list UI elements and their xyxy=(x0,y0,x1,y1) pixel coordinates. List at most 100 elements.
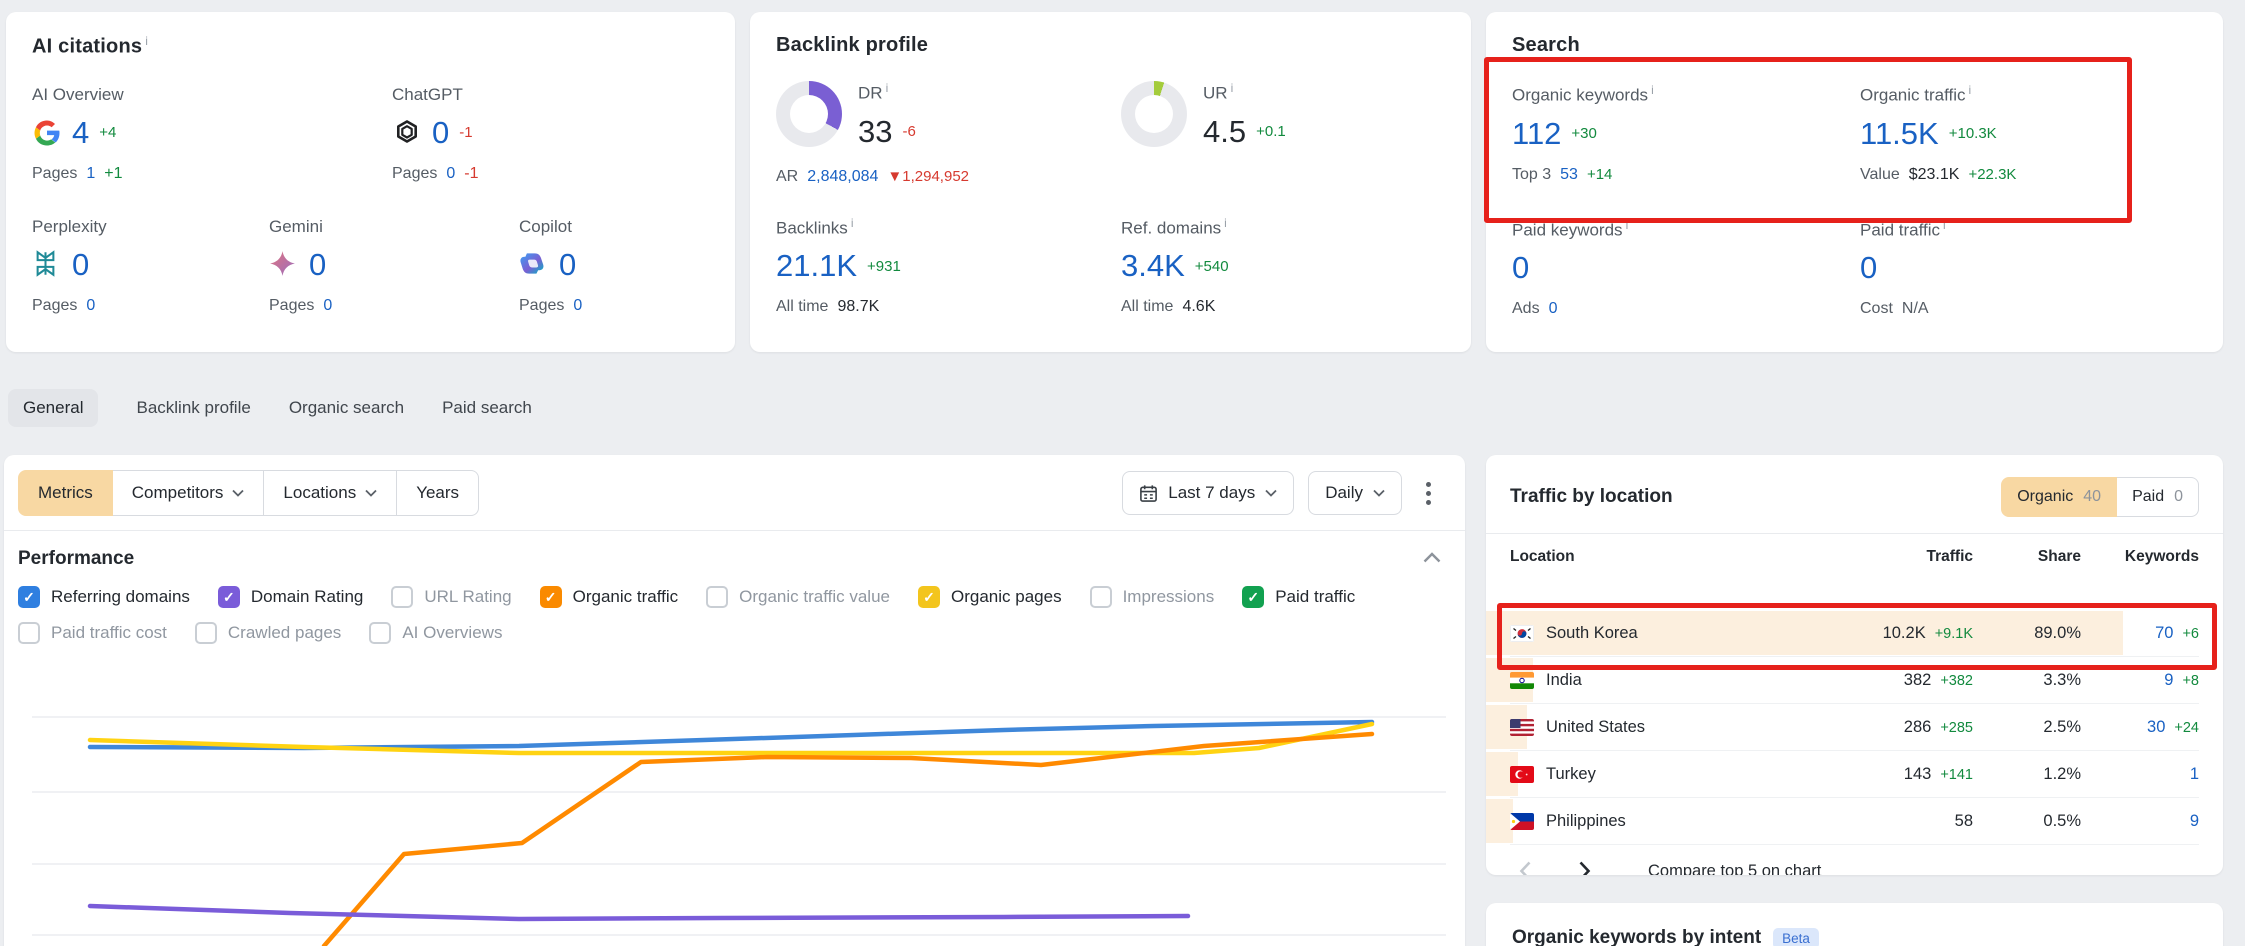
keywords-value[interactable]: 70 xyxy=(2155,624,2173,643)
ref-domains-value[interactable]: 3.4K xyxy=(1121,248,1185,284)
location-row-philippines[interactable]: Philippines580.5%9 xyxy=(1510,798,2199,845)
metric-label: Backlinksi xyxy=(776,216,1121,239)
paid-toggle-button[interactable]: Paid0 xyxy=(2117,477,2199,517)
metric-checkbox-ai-overviews[interactable]: AI Overviews xyxy=(369,622,502,644)
location-table-footer: Compare top 5 on chart xyxy=(1486,845,2223,875)
location-name: Turkey xyxy=(1546,765,1596,784)
performance-panel: Metrics Competitors Locations Years Last… xyxy=(4,455,1465,946)
ar-delta: ▼1,294,952 xyxy=(887,168,969,185)
top3-value[interactable]: 53 xyxy=(1560,166,1578,184)
metric-checkbox-organic-traffic[interactable]: ✓Organic traffic xyxy=(540,586,679,608)
tr-flag-icon xyxy=(1510,766,1534,783)
chatgpt-value: 0 xyxy=(432,115,449,151)
metric-checkbox-paid-traffic[interactable]: ✓Paid traffic xyxy=(1242,586,1355,608)
ur-value: 4.5 xyxy=(1203,114,1246,150)
tab-organic-search[interactable]: Organic search xyxy=(289,398,404,418)
metric-checkbox-crawled-pages[interactable]: Crawled pages xyxy=(195,622,341,644)
line-chart xyxy=(4,676,1464,946)
checked-checkbox-icon[interactable]: ✓ xyxy=(918,586,940,608)
unchecked-checkbox-icon[interactable] xyxy=(195,622,217,644)
info-icon: i xyxy=(886,81,889,95)
unchecked-checkbox-icon[interactable] xyxy=(18,622,40,644)
granularity-button[interactable]: Daily xyxy=(1308,471,1402,515)
keywords-value[interactable]: 9 xyxy=(2190,812,2199,831)
ar-value[interactable]: 2,848,084 xyxy=(807,168,878,186)
performance-chart[interactable] xyxy=(4,676,1465,946)
share-value: 3.3% xyxy=(1973,671,2081,690)
keywords-value[interactable]: 9 xyxy=(2164,671,2173,690)
date-range-button[interactable]: Last 7 days xyxy=(1122,471,1294,515)
pages-value[interactable]: 1 xyxy=(86,165,95,183)
col-traffic: Traffic xyxy=(1773,548,1973,566)
chevron-down-icon xyxy=(1265,489,1277,497)
metric-checkbox-url-rating[interactable]: URL Rating xyxy=(391,586,511,608)
metric-checkbox-organic-pages[interactable]: ✓Organic pages xyxy=(918,586,1062,608)
chevron-down-icon xyxy=(365,489,377,497)
collapse-chevron-up-icon[interactable] xyxy=(1423,550,1441,568)
perplexity-icon xyxy=(32,250,62,280)
metric-checkbox-domain-rating[interactable]: ✓Domain Rating xyxy=(218,586,363,608)
organic-toggle-button[interactable]: Organic40 xyxy=(2001,477,2117,517)
more-options-kebab-icon[interactable] xyxy=(1416,474,1441,513)
pages-delta: -1 xyxy=(464,165,478,183)
chart-toolbar: Metrics Competitors Locations Years Last… xyxy=(4,455,1465,530)
ur-donut-chart xyxy=(1121,81,1187,147)
metric-checkbox-referring-domains[interactable]: ✓Referring domains xyxy=(18,586,190,608)
ads-value[interactable]: 0 xyxy=(1549,300,1558,318)
metric-checkbox-organic-traffic-value[interactable]: Organic traffic value xyxy=(706,586,890,608)
checked-checkbox-icon[interactable]: ✓ xyxy=(540,586,562,608)
organic-traffic-delta: +10.3K xyxy=(1949,125,1997,142)
info-icon: i xyxy=(145,34,148,48)
checked-checkbox-icon[interactable]: ✓ xyxy=(1242,586,1264,608)
organic-keywords-value[interactable]: 112 xyxy=(1512,116,1561,152)
traffic-value: 382 xyxy=(1904,671,1932,690)
ref-domains-delta: +540 xyxy=(1195,258,1229,275)
pages-value[interactable]: 0 xyxy=(86,297,95,315)
checked-checkbox-icon[interactable]: ✓ xyxy=(218,586,240,608)
tab-backlink-profile[interactable]: Backlink profile xyxy=(136,398,250,418)
traffic-value-amount: $23.1K xyxy=(1909,166,1960,184)
unchecked-checkbox-icon[interactable] xyxy=(391,586,413,608)
metric-checkbox-impressions[interactable]: Impressions xyxy=(1090,586,1215,608)
location-row-india[interactable]: India382+3823.3%9+8 xyxy=(1510,657,2199,704)
us-flag-icon xyxy=(1510,719,1534,736)
unchecked-checkbox-icon[interactable] xyxy=(706,586,728,608)
checked-checkbox-icon[interactable]: ✓ xyxy=(18,586,40,608)
compare-top5-label[interactable]: Compare top 5 on chart xyxy=(1648,862,1821,876)
perplexity-value: 0 xyxy=(72,247,89,283)
page-next-icon[interactable] xyxy=(1577,860,1592,875)
tab-paid-search[interactable]: Paid search xyxy=(442,398,532,418)
share-value: 2.5% xyxy=(1973,718,2081,737)
traffic-value: 10.2K xyxy=(1883,624,1926,643)
in-flag-icon xyxy=(1510,672,1534,689)
tab-general[interactable]: General xyxy=(8,389,98,427)
location-row-united-states[interactable]: United States286+2852.5%30+24 xyxy=(1510,704,2199,751)
keywords-value[interactable]: 1 xyxy=(2190,765,2199,784)
unchecked-checkbox-icon[interactable] xyxy=(1090,586,1112,608)
ai-overview-value: 4 xyxy=(72,115,89,151)
pages-value[interactable]: 0 xyxy=(323,297,332,315)
backlink-profile-title: Backlink profile xyxy=(776,34,1445,57)
traffic-delta: +141 xyxy=(1940,767,1973,783)
ai-overview-delta: +4 xyxy=(99,124,116,141)
metric-checkbox-paid-traffic-cost[interactable]: Paid traffic cost xyxy=(18,622,167,644)
organic-traffic-value[interactable]: 11.5K xyxy=(1860,116,1939,152)
keywords-value[interactable]: 30 xyxy=(2147,718,2165,737)
locations-segment-button[interactable]: Locations xyxy=(264,470,397,516)
domain-rating-metric: DRi 33-6 xyxy=(776,81,1121,150)
location-row-south-korea[interactable]: South Korea10.2K+9.1K89.0%70+6 xyxy=(1510,610,2199,657)
years-segment-button[interactable]: Years xyxy=(397,470,479,516)
backlinks-value[interactable]: 21.1K xyxy=(776,248,857,284)
chevron-down-icon xyxy=(232,489,244,497)
page-prev-icon[interactable] xyxy=(1518,860,1533,875)
metrics-segment-button[interactable]: Metrics xyxy=(18,470,113,516)
pages-value[interactable]: 0 xyxy=(573,297,582,315)
copilot-icon xyxy=(519,250,549,280)
competitors-segment-button[interactable]: Competitors xyxy=(113,470,265,516)
keywords-by-intent-card: Organic keywords by intent Beta xyxy=(1486,903,2223,946)
location-row-turkey[interactable]: Turkey143+1411.2%1 xyxy=(1510,751,2199,798)
chevron-down-icon xyxy=(1373,489,1385,497)
metric-label: DRi xyxy=(858,81,916,104)
unchecked-checkbox-icon[interactable] xyxy=(369,622,391,644)
pages-value[interactable]: 0 xyxy=(446,165,455,183)
